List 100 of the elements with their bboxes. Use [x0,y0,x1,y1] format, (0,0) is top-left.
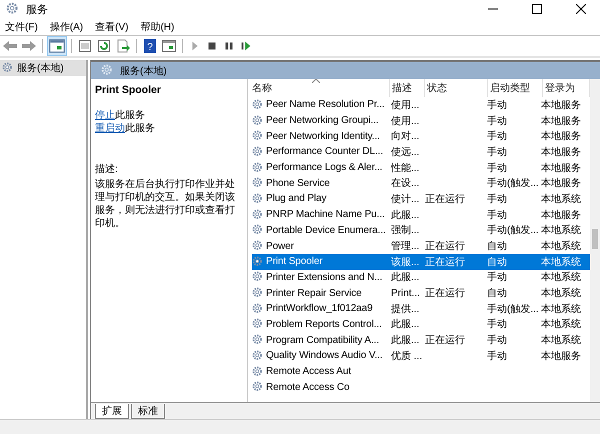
table-cell: Peer Networking Identity... [266,130,380,142]
table-cell: Program Compatibility A... [266,334,379,346]
table-cell: 管理... [391,241,420,252]
table-cell: 在设... [391,178,420,190]
table-cell: Print Spooler [266,256,323,268]
table-cell: Phone Service [266,178,330,189]
table-cell: 本地系统 [541,335,581,346]
table-cell: 本地服务 [541,116,581,127]
table-cell: 此服... [391,335,420,346]
table-cell: 该服... [391,256,420,268]
table-cell: 自动 [487,256,507,268]
table-cell: 正在运行 [425,288,465,300]
table-cell: 此服... [391,272,420,284]
table-cell: 本地服务 [541,146,581,158]
table-cell: 使远... [391,146,420,158]
service-row[interactable]: Power 管理... 正在运行 自动 本地系统 [252,238,590,254]
table-cell: Portable Device Enumera... [266,224,386,236]
column-header[interactable]: 名称 [252,79,390,97]
service-row[interactable]: Performance Logs & Aler... 性能... 手动 本地服务 [252,160,590,176]
table-cell: 向对... [391,131,420,142]
table-cell: 此服... [391,319,420,330]
service-row[interactable]: Phone Service 在设... 手动(触发... 本地服务 [252,175,590,192]
service-action-link[interactable]: 重启动 [95,123,125,134]
menu-item[interactable]: 帮助(H) [140,20,174,34]
table-cell: Remote Access Aut [266,366,352,378]
table-cell: 优质 ... [391,350,422,362]
service-row[interactable]: Print Spooler 该服... 正在运行 自动 本地系统 [252,254,590,270]
table-cell: Power [266,240,294,252]
table-cell: 正在运行 [425,256,465,268]
service-row[interactable]: PNRP Machine Name Pu... 此服... 手动 本地服务 [252,206,590,222]
table-cell: Printer Extensions and N... [266,272,382,283]
table-cell: 此服... [391,210,420,221]
description-text: 该服务在后台执行打印作业并处理与打印机的交互。如果关闭该服务，则无法进行打印或查看打印机。 [95,178,236,230]
table-cell: PNRP Machine Name Pu... [266,209,385,220]
table-cell: 手动 [487,116,507,127]
service-row[interactable]: Remote Access Aut [252,364,590,380]
table-cell: 本地系统 [541,288,581,300]
service-row[interactable]: Plug and Play 使计... 正在运行 手动 本地系统 [252,191,590,207]
table-cell: 本地服务 [541,350,581,362]
description-label: 描述: [95,163,119,176]
table-cell: 正在运行 [425,335,465,346]
table-cell: 手动 [487,319,507,330]
table-cell: 手动 [487,350,507,362]
table-cell: 正在运行 [425,241,465,252]
table-cell: Remote Access Co [266,382,350,393]
table-cell: 手动 [487,100,507,111]
table-cell: 手动(触发... [487,304,539,315]
service-row[interactable]: Portable Device Enumera... 强制... 手动(触发... 本地系统 [252,222,590,238]
table-cell: 本地系统 [541,319,581,330]
service-row[interactable]: Program Compatibility A... 此服... 正在运行 手动 本地系统 [252,332,590,348]
service-row[interactable]: Quality Windows Audio V... 优质 ... 手动 本地服务 [252,348,590,364]
service-row[interactable]: Printer Repair Service Print... 正在运行 自动 本地系统 [252,285,590,301]
service-row[interactable]: Performance Counter DL... 使远... 手动 本地服务 [252,144,590,160]
table-cell: Problem Reports Control... [266,318,382,330]
table-cell: 手动 [487,131,507,142]
view-tab[interactable]: 扩展 [95,404,129,419]
table-cell: 手动(触发... [487,178,539,190]
table-cell: 性能... [391,162,420,174]
table-cell: 本地服务 [541,210,581,221]
table-cell: Performance Counter DL... [266,146,383,158]
panel-title: 服务(本地) [120,64,167,78]
table-cell: 本地系统 [541,194,581,205]
table-cell: 强制... [391,225,420,236]
table-cell: 本地系统 [541,256,581,268]
view-tab[interactable]: 标准 [131,404,165,419]
tree-item[interactable]: 服务(本地) [0,60,86,76]
table-cell: 提供... [391,304,420,315]
table-cell: 本地系统 [541,241,581,252]
service-row[interactable]: Peer Name Resolution Pr... 使用... 手动 本地服务 [252,97,590,113]
table-cell: 手动(触发... [487,225,539,236]
help-icon[interactable]: ? [142,38,158,54]
window-title: 服务 [26,2,48,16]
table-cell: 自动 [487,241,507,252]
table-cell: 正在运行 [425,194,465,205]
service-row[interactable]: PrintWorkflow_1f012aa9 提供... 手动(触发... 本地系统 [252,300,590,317]
table-cell: Printer Repair Service [266,288,362,299]
menu-item[interactable]: 操作(A) [50,20,84,34]
link-suffix: 此服务 [125,123,155,134]
table-cell: 使计... [391,194,420,205]
table-cell: PrintWorkflow_1f012aa9 [266,303,373,314]
menu-item[interactable]: 文件(F) [5,20,38,34]
table-cell: Peer Name Resolution Pr... [266,99,385,110]
service-row[interactable]: Printer Extensions and N... 此服... 手动 本地系统 [252,270,590,286]
service-row[interactable]: Peer Networking Identity... 向对... 手动 本地服务 [252,128,590,144]
table-cell: Performance Logs & Aler... [266,162,382,174]
service-row[interactable]: Remote Access Co [252,379,590,396]
column-header[interactable]: 描述 [390,79,425,97]
service-action-link[interactable]: 停止 [95,110,115,121]
service-row[interactable]: Peer Networking Groupi... 使用... 手动 本地服务 [252,112,590,128]
service-row[interactable]: Problem Reports Control... 此服... 手动 本地系统 [252,316,590,332]
table-cell: 手动 [487,194,507,205]
table-cell: 手动 [487,162,507,174]
column-header[interactable]: 启动类型 [488,79,543,97]
table-cell: 自动 [487,288,507,300]
menu-item[interactable]: 查看(V) [95,20,128,34]
table-cell: 手动 [487,210,507,221]
column-header[interactable]: 状态 [425,79,488,97]
table-cell: Quality Windows Audio V... [266,350,383,362]
table-cell: 本地系统 [541,304,581,315]
table-cell: Print... [391,288,420,299]
